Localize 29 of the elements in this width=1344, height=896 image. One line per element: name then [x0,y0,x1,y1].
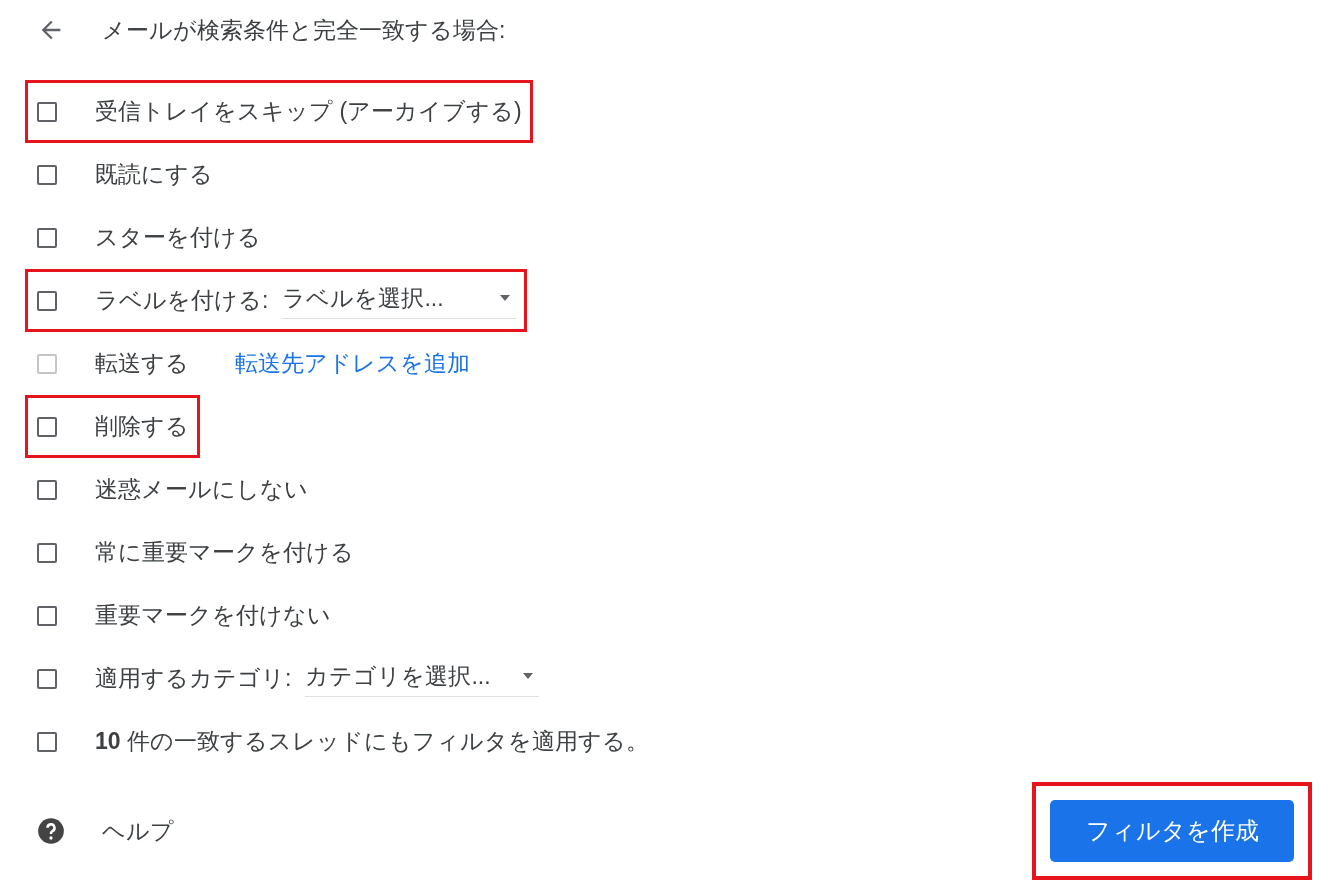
option-label: 常に重要マークを付ける [95,538,354,567]
option-label: スターを付ける [95,223,261,252]
dialog-heading: メールが検索条件と完全一致する場合: [102,15,506,45]
caret-icon [498,294,513,302]
option-label: 重要マークを付けない [95,601,331,630]
option-label: 迷惑メールにしない [95,475,308,504]
checkbox[interactable] [37,605,57,626]
option-label: ラベルを付ける: [95,286,269,315]
option-label: 適用するカテゴリ: [95,664,292,693]
option-label: 削除する [95,412,189,441]
dropdown[interactable]: カテゴリを選択... [305,660,540,697]
create-filter-button[interactable]: フィルタを作成 [1050,800,1294,862]
checkbox[interactable] [37,731,57,752]
option-label: 受信トレイをスキップ (アーカイブする) [95,97,522,126]
checkbox[interactable] [37,668,57,689]
option-label: 転送する [95,349,189,378]
dropdown[interactable]: ラベルを選択... [282,282,517,319]
checkbox[interactable] [37,101,57,122]
option-label: 10 件の一致するスレッドにもフィルタを適用する。 [95,727,649,756]
help-link[interactable]: ヘルプ [102,815,174,847]
checkbox[interactable] [37,227,57,248]
caret-icon [521,672,536,680]
help-icon[interactable] [37,817,65,845]
checkbox[interactable] [37,542,57,563]
checkbox[interactable] [37,164,57,185]
checkbox[interactable] [37,290,57,311]
option-label: 既読にする [95,160,213,189]
checkbox[interactable] [37,479,57,500]
checkbox[interactable] [37,416,57,437]
